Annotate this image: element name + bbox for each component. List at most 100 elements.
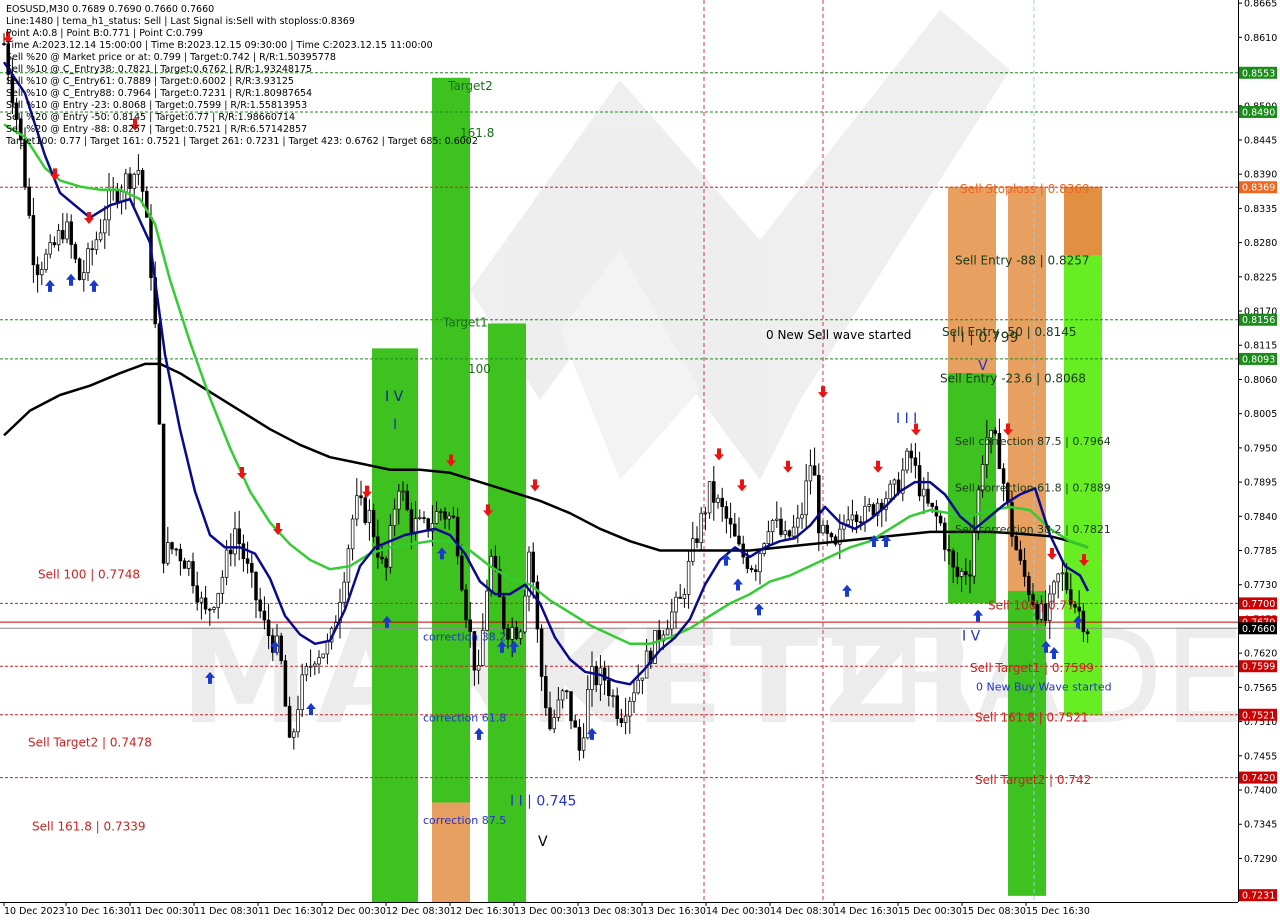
candle-body [363,497,367,523]
candle-body [40,269,44,276]
candle-body [955,566,960,577]
candle-body [1052,581,1056,595]
candle-body [951,550,955,568]
candle-body [401,490,405,493]
candle-body [783,530,787,535]
chart-label: Sell Target2 | 0.742 [975,773,1091,787]
candle-body [304,666,309,676]
candle-body [380,556,384,560]
y-tick-label: 0.8445 [1244,135,1277,146]
chart-label: correction 61.8 [423,712,506,725]
candle-body [392,508,397,527]
candle-body [947,549,951,552]
chart-label: Sell 100 | 0.77 [988,599,1075,613]
x-tick-label: 14 Dec 08:30 [770,906,834,917]
candle-body [405,490,409,510]
candle-body [174,548,178,551]
candle-body [670,611,674,630]
candle-body [224,549,229,578]
price-tag-label: 0.8093 [1242,354,1275,365]
price-tag-label: 0.8553 [1242,68,1275,79]
candle-body [577,726,582,751]
candle-body [867,504,871,507]
candle-body [657,630,661,642]
candle-body [628,700,632,717]
candle-body [514,627,519,639]
candle-body [766,531,771,544]
x-tick-label: 11 Dec 08:30 [194,906,258,917]
y-tick-label: 0.7840 [1244,512,1277,523]
candle-body [796,517,800,528]
chart-label: Sell Entry -88 | 0.8257 [955,253,1089,267]
candle-body [166,542,170,564]
candle-body [287,705,292,738]
candle-body [959,571,964,577]
candle-body [199,597,204,603]
chart-label: 0 New Buy Wave started [976,680,1112,693]
candle-body [510,627,514,640]
candle-body [313,663,317,667]
candle-body [619,718,624,724]
candle-body [161,423,166,564]
candle-body [350,518,355,550]
x-tick-label: 13 Dec 00:30 [514,906,578,917]
candle-body [195,585,199,603]
candle-body [2,43,6,45]
candle-body [1085,631,1090,635]
candle-body [506,628,510,640]
chart-label: Sell Target2 | 0.7478 [28,735,152,749]
candle-body [220,576,225,594]
x-tick-label: 12 Dec 00:30 [322,906,386,917]
info-line: Sell %10 @ C_Entry61: 0.7889 | Target:0.… [6,76,294,87]
candle-body [182,560,187,569]
y-tick-label: 0.7895 [1244,478,1277,489]
candle-body [800,514,804,519]
candle-body [422,517,426,520]
candle-body [754,569,758,573]
chart-label: Sell correction 38.2 | 0.7821 [955,523,1111,536]
candle-body [699,512,703,543]
candle-body [203,597,208,610]
price-tag-label: 0.7420 [1242,773,1275,784]
candle-body [581,737,586,751]
candle-body [140,170,145,192]
candle-body [560,690,565,701]
candle-body [850,514,855,521]
chart-label: Sell Entry -23.6 | 0.8068 [940,372,1086,386]
candle-body [674,596,678,613]
x-tick-label: 15 Dec 00:30 [898,906,962,917]
chart-label: 100 [468,362,491,376]
candle-body [964,571,968,576]
chart-label: V [538,834,548,850]
candle-body [418,517,422,519]
candle-body [804,480,808,516]
chart-label: Sell correction 61.8 | 0.7889 [955,481,1111,494]
candle-body [61,230,65,240]
candle-body [917,465,922,497]
candle-body [73,244,78,260]
x-tick-label: 13 Dec 16:30 [642,906,706,917]
info-line: Point A:0.8 | Point B:0.771 | Point C:0.… [6,28,203,39]
candle-body [749,568,754,571]
info-line: Sell %20 @ Entry -88: 0.8257 | Target:0.… [6,124,308,135]
candle-body [157,323,162,425]
candle-body [447,515,451,520]
candle-body [317,657,321,665]
y-tick-label: 0.7565 [1244,683,1277,694]
candle-body [1060,572,1065,575]
candle-body [409,509,414,533]
candle-body [821,524,825,534]
candle-body [178,548,183,562]
candle-body [1056,573,1060,583]
chart-label: correction 87.5 [423,814,506,827]
candle-body [237,528,241,545]
x-tick-label: 12 Dec 16:30 [450,906,514,917]
candle-body [464,589,468,621]
info-line: Sell %20 @ Entry -50: 0.8145 | Target:0.… [6,112,296,123]
x-tick-label: 11 Dec 00:30 [130,906,194,917]
x-tick-label: 11 Dec 16:30 [258,906,322,917]
candle-body [859,521,863,524]
candle-body [909,450,913,459]
candle-body [745,556,750,569]
candle-body [552,717,556,730]
